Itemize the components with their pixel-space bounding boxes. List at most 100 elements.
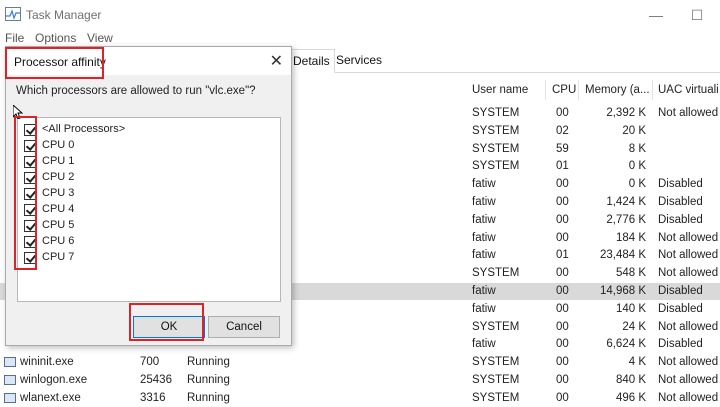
window-title: Task Manager <box>26 8 102 22</box>
dialog-title-bar: Processor affinity ✕ <box>6 47 291 75</box>
checkbox[interactable] <box>24 188 36 200</box>
tab-strip: Details Services <box>288 46 720 73</box>
maximize-button[interactable]: ☐ <box>677 4 717 26</box>
cancel-button[interactable]: Cancel <box>208 316 280 338</box>
checkbox[interactable] <box>24 140 36 152</box>
process-user: SYSTEM <box>472 124 520 137</box>
process-memory: 1,424 K <box>606 196 646 208</box>
process-user: fatiw <box>472 231 496 244</box>
checkbox-label: CPU 1 <box>42 155 75 167</box>
checkbox[interactable] <box>24 204 36 216</box>
column-cpu[interactable]: CPU <box>552 84 576 96</box>
processor-affinity-dialog: Processor affinity ✕ Which processors ar… <box>5 46 292 346</box>
title-bar: Task Manager — ☐ <box>0 0 720 30</box>
process-uac: Disabled <box>658 302 703 315</box>
checkbox[interactable] <box>24 124 36 136</box>
minimize-button[interactable]: — <box>636 4 676 26</box>
process-memory: 2,776 K <box>606 213 646 226</box>
process-pid: 3316 <box>140 391 166 404</box>
process-cpu: 00 <box>556 213 569 226</box>
process-uac: Disabled <box>658 196 703 208</box>
column-memory[interactable]: Memory (a... <box>585 84 650 96</box>
tab-services[interactable]: Services <box>332 49 386 71</box>
process-user: SYSTEM <box>472 267 520 280</box>
process-cpu: 00 <box>556 374 569 386</box>
process-uac: Not allowed <box>658 320 719 333</box>
process-user: fatiw <box>472 285 496 297</box>
process-uac: Not allowed <box>658 267 719 280</box>
tab-details[interactable]: Details <box>288 49 335 73</box>
process-memory: 24 K <box>622 320 646 333</box>
table-row[interactable]: wininit.exe 700 Running SYSTEM 00 4 K Not allo… <box>0 354 720 371</box>
process-cpu: 00 <box>556 302 569 315</box>
process-user: fatiw <box>472 249 496 262</box>
process-cpu: 00 <box>556 285 569 297</box>
process-uac: Not allowed <box>658 107 719 119</box>
checkbox[interactable] <box>24 172 36 184</box>
process-cpu: 00 <box>556 178 569 191</box>
checkbox-label: CPU 7 <box>42 251 75 263</box>
process-user: SYSTEM <box>472 374 520 386</box>
task-manager-icon <box>5 7 21 21</box>
menu-options[interactable]: Options <box>35 31 76 45</box>
process-memory: 0 K <box>628 160 646 173</box>
process-user: SYSTEM <box>472 391 520 404</box>
process-user: fatiw <box>472 338 496 351</box>
process-cpu: 00 <box>556 338 569 351</box>
checkbox[interactable] <box>24 252 36 264</box>
checkbox-label: CPU 6 <box>42 235 75 247</box>
process-uac: Not allowed <box>658 231 719 244</box>
checkbox[interactable] <box>24 236 36 248</box>
process-memory: 23,484 K <box>599 249 646 262</box>
process-memory: 20 K <box>622 124 646 137</box>
menu-file[interactable]: File <box>5 31 24 45</box>
process-cpu: 01 <box>556 249 569 262</box>
process-cpu: 01 <box>556 160 569 173</box>
checkbox-label: CPU 0 <box>42 139 75 151</box>
process-user: fatiw <box>472 213 496 226</box>
checkbox-label: CPU 3 <box>42 187 75 199</box>
process-memory: 496 K <box>615 391 646 404</box>
process-cpu: 00 <box>556 320 569 333</box>
table-row[interactable]: winlogon.exe 25436 Running SYSTEM 00 840 K Not… <box>0 372 720 389</box>
process-uac: Not allowed <box>658 356 719 369</box>
close-icon[interactable]: ✕ <box>270 51 283 71</box>
ok-button[interactable]: OK <box>133 316 205 338</box>
process-uac: Not allowed <box>658 374 719 386</box>
process-user: SYSTEM <box>472 107 520 119</box>
column-user-name[interactable]: User name <box>472 84 528 96</box>
process-cpu: 00 <box>556 196 569 208</box>
checkbox-label: CPU 2 <box>42 171 75 183</box>
process-memory: 184 K <box>615 231 646 244</box>
process-memory: 140 K <box>615 302 646 315</box>
checkbox[interactable] <box>24 220 36 232</box>
dialog-title: Processor affinity <box>14 55 106 69</box>
process-memory: 14,968 K <box>599 285 646 297</box>
process-cpu: 00 <box>556 267 569 280</box>
process-uac: Not allowed <box>658 249 719 262</box>
column-divider[interactable] <box>652 80 653 100</box>
process-status: Running <box>187 391 230 404</box>
process-icon <box>4 392 16 403</box>
process-memory: 2,392 K <box>606 107 646 119</box>
process-user: SYSTEM <box>472 356 520 369</box>
process-memory: 8 K <box>628 142 646 155</box>
process-memory: 840 K <box>615 374 646 386</box>
dialog-question: Which processors are allowed to run "vlc… <box>16 85 256 97</box>
menu-view[interactable]: View <box>87 31 113 45</box>
process-memory: 6,624 K <box>606 338 646 351</box>
column-divider[interactable] <box>578 80 579 100</box>
column-divider[interactable] <box>545 80 546 100</box>
process-memory: 548 K <box>615 267 646 280</box>
process-uac: Not allowed <box>658 391 719 404</box>
table-row[interactable]: wlanext.exe 3316 Running SYSTEM 00 496 K Not a… <box>0 390 720 407</box>
process-cpu: 00 <box>556 356 569 369</box>
checkbox-label: <All Processors> <box>42 123 126 135</box>
process-cpu: 00 <box>556 107 569 119</box>
column-uac[interactable]: UAC virtuali <box>658 84 719 96</box>
process-user: SYSTEM <box>472 320 520 333</box>
checkbox[interactable] <box>24 156 36 168</box>
process-uac: Disabled <box>658 338 703 351</box>
process-cpu: 02 <box>556 124 569 137</box>
processor-list: <All Processors> CPU 0 CPU 1 CPU 2 CPU 3 CPU … <box>17 117 281 302</box>
